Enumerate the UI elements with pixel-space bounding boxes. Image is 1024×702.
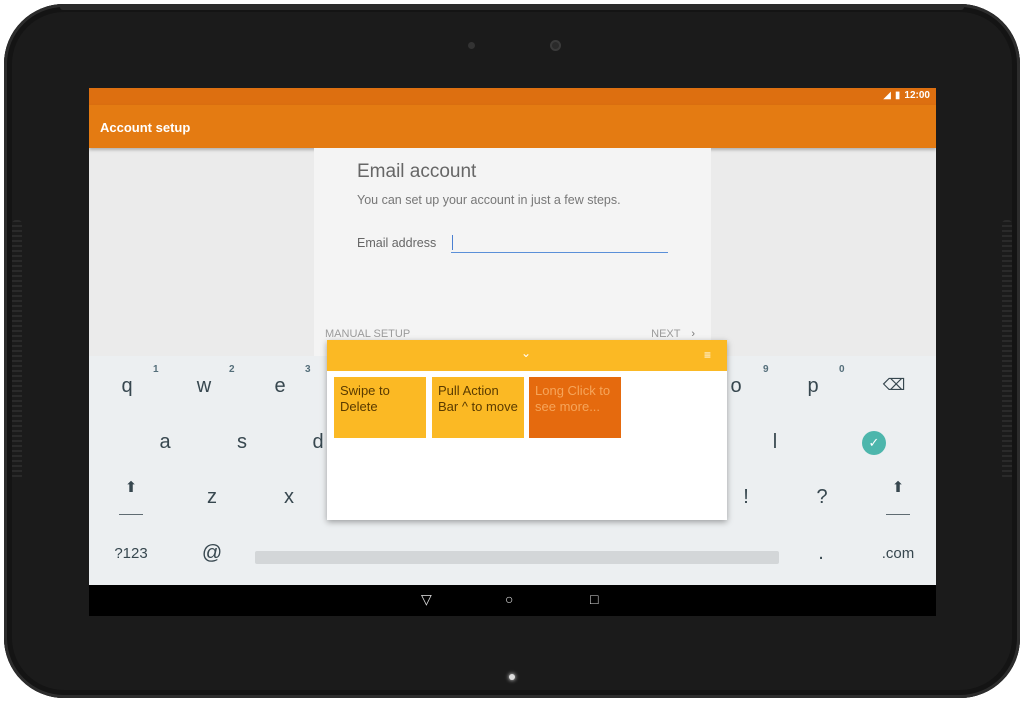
floating-action-bar[interactable]: ⌄ ≡ bbox=[327, 340, 727, 371]
signal-off-icon: ◢ bbox=[883, 90, 891, 101]
key-at[interactable]: @ bbox=[192, 542, 232, 565]
text-cursor bbox=[452, 235, 453, 250]
status-bar: ◢ ▮ 12:00 bbox=[89, 88, 936, 105]
setup-card: Email account You can set up your accoun… bbox=[314, 148, 711, 358]
note-tile-active[interactable]: Long Click to see more... bbox=[529, 377, 621, 438]
key-z[interactable]: z bbox=[192, 486, 232, 509]
spacebar[interactable] bbox=[255, 551, 779, 564]
next-label: NEXT bbox=[651, 328, 681, 340]
tablet-top-edge bbox=[60, 4, 964, 10]
key-x[interactable]: x bbox=[269, 486, 309, 509]
key-period[interactable]: . bbox=[801, 542, 841, 565]
email-input[interactable] bbox=[451, 232, 668, 253]
key-hint: 3 bbox=[305, 364, 311, 375]
speaker-grille-left bbox=[12, 220, 22, 480]
note-tile[interactable]: Swipe to Delete bbox=[334, 377, 426, 438]
key-a[interactable]: a bbox=[145, 431, 185, 454]
menu-icon[interactable]: ≡ bbox=[704, 348, 711, 362]
page-title: Email account bbox=[357, 161, 477, 182]
backspace-icon[interactable]: ⌫ bbox=[874, 375, 914, 395]
front-camera bbox=[550, 40, 561, 51]
key-hint: 9 bbox=[763, 364, 769, 375]
back-triangle-icon[interactable]: ▽ bbox=[421, 591, 432, 608]
navigation-bar: ▽ ○ □ bbox=[89, 585, 936, 616]
key-hint: 1 bbox=[153, 364, 159, 375]
status-time: 12:00 bbox=[904, 90, 930, 101]
key-question[interactable]: ? bbox=[802, 486, 842, 509]
key-q[interactable]: q bbox=[107, 375, 147, 398]
key-w[interactable]: w bbox=[184, 375, 224, 398]
check-circle-icon[interactable]: ✓ bbox=[862, 431, 886, 455]
symbols-key[interactable]: ?123 bbox=[109, 545, 153, 562]
page-subtitle: You can set up your account in just a fe… bbox=[357, 193, 621, 207]
sensor-dot bbox=[468, 42, 475, 49]
key-hint: 0 bbox=[839, 364, 845, 375]
key-exclamation[interactable]: ! bbox=[726, 486, 766, 509]
battery-icon: ▮ bbox=[894, 90, 901, 101]
app-bar-title: Account setup bbox=[100, 120, 191, 135]
shift-icon[interactable]: ⬆ bbox=[111, 478, 151, 496]
chevron-right-icon: › bbox=[691, 328, 695, 340]
shift-underline bbox=[886, 514, 910, 515]
chevron-down-icon[interactable]: ⌄ bbox=[521, 346, 531, 360]
speaker-grille-right bbox=[1002, 220, 1012, 480]
key-p[interactable]: p bbox=[793, 375, 833, 398]
key-s[interactable]: s bbox=[222, 431, 262, 454]
key-hint: 2 bbox=[229, 364, 235, 375]
home-circle-icon[interactable]: ○ bbox=[505, 591, 513, 607]
key-e[interactable]: e bbox=[260, 375, 300, 398]
status-icons: ◢ ▮ 12:00 bbox=[883, 90, 930, 102]
dotcom-key[interactable]: .com bbox=[875, 545, 921, 562]
shift-underline bbox=[119, 514, 143, 515]
note-tile[interactable]: Pull Action Bar ^ to move bbox=[432, 377, 524, 438]
recents-square-icon[interactable]: □ bbox=[590, 591, 598, 607]
notification-led bbox=[509, 674, 515, 680]
app-bar: Account setup bbox=[89, 105, 936, 148]
key-l[interactable]: l bbox=[755, 431, 795, 454]
next-button[interactable]: NEXT › bbox=[651, 328, 695, 340]
manual-setup-button[interactable]: MANUAL SETUP bbox=[325, 328, 410, 340]
shift-icon[interactable]: ⬆ bbox=[878, 478, 918, 496]
email-label: Email address bbox=[357, 236, 437, 250]
floating-notes-window[interactable]: ⌄ ≡ Swipe to Delete Pull Action Bar ^ to… bbox=[327, 340, 727, 520]
